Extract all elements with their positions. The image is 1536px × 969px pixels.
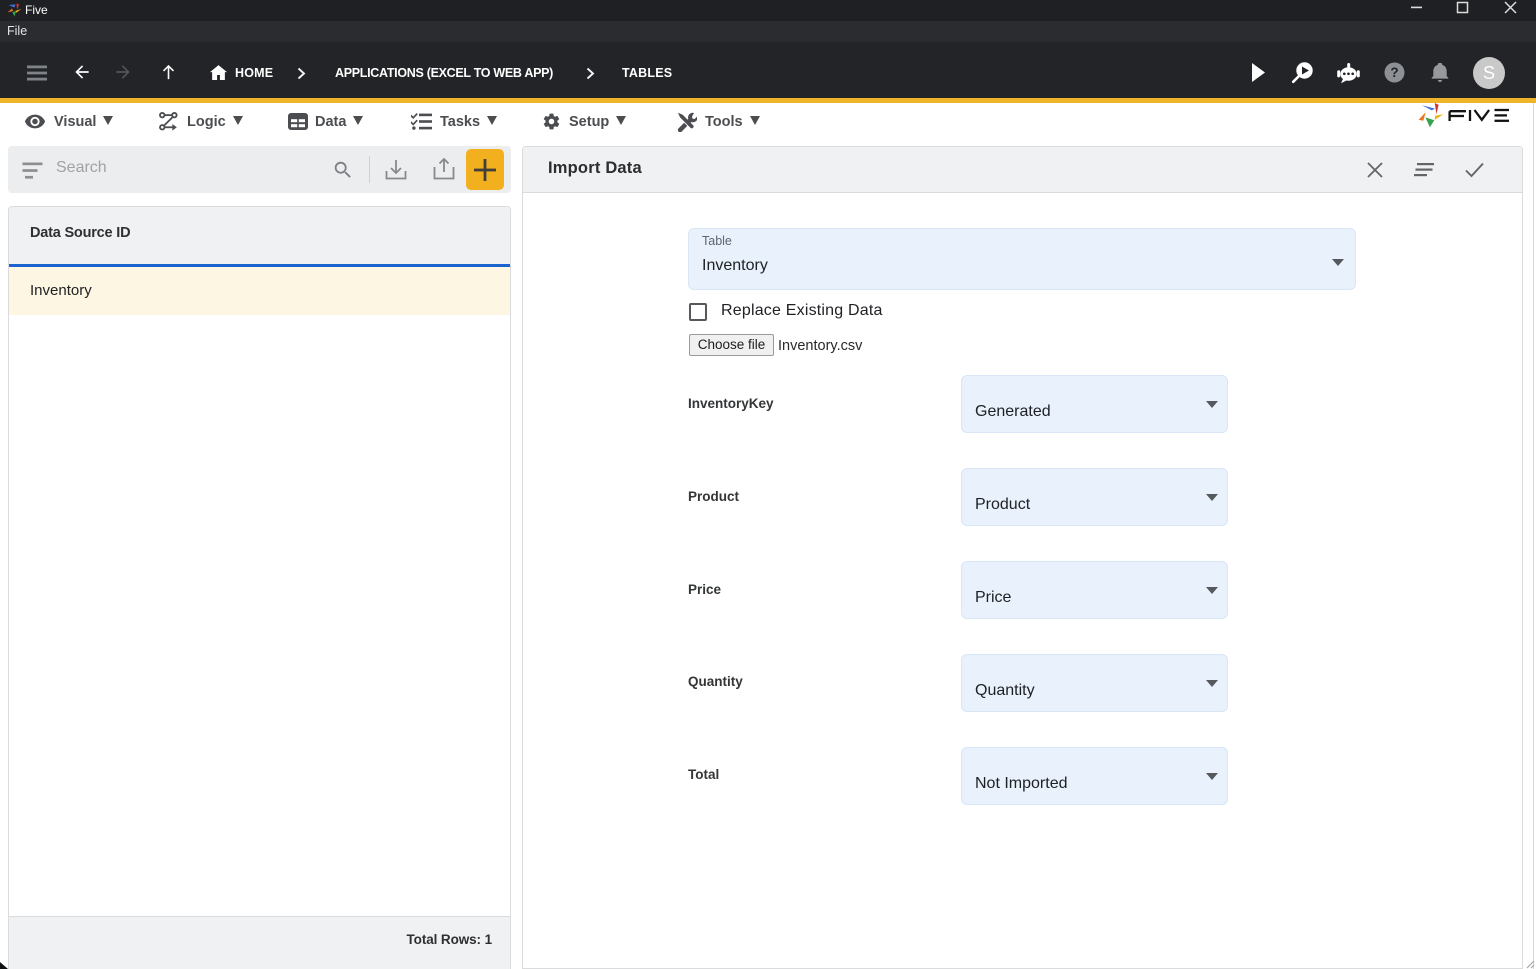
svg-text:?: ?: [1390, 65, 1398, 80]
